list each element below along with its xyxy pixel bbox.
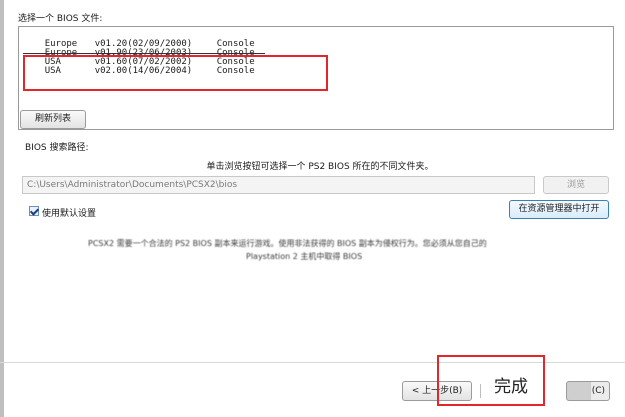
annotation-finish-highlight [437,355,545,406]
bios-search-path-label: BIOS 搜索路径: [25,143,89,153]
refresh-list-button[interactable]: 刷新列表 [20,110,86,129]
annotation-highlight-box [23,55,328,91]
open-in-explorer-button[interactable]: 在资源管理器中打开 [509,200,609,219]
browse-button[interactable]: 浏览 [543,176,609,194]
bios-notice-line-2: Playstation 2 主机中取得 BIOS [246,252,363,261]
bios-notice-line-1: PCSX2 需要一个合法的 PS2 BIOS 副本来运行游戏。使用非法获得的 B… [88,239,487,248]
use-default-label: 使用默认设置 [42,209,97,219]
bios-section-label: 选择一个 BIOS 文件: [18,14,103,24]
list-item[interactable]: Europe v01.20(02/09/2000) Console [23,31,255,49]
use-default-checkbox[interactable] [29,206,39,216]
window-left-edge [0,0,4,417]
cancel-button[interactable]: (C) [566,381,610,401]
bios-path-field[interactable]: C:\Users\Administrator\Documents\PCSX2\b… [22,176,535,194]
list-item[interactable]: Europe v01.90(23/06/2003) Console [23,40,255,58]
browse-hint-text: 单击浏览按钮可选择一个 PS2 BIOS 所在的不同文件夹。 [206,162,434,172]
